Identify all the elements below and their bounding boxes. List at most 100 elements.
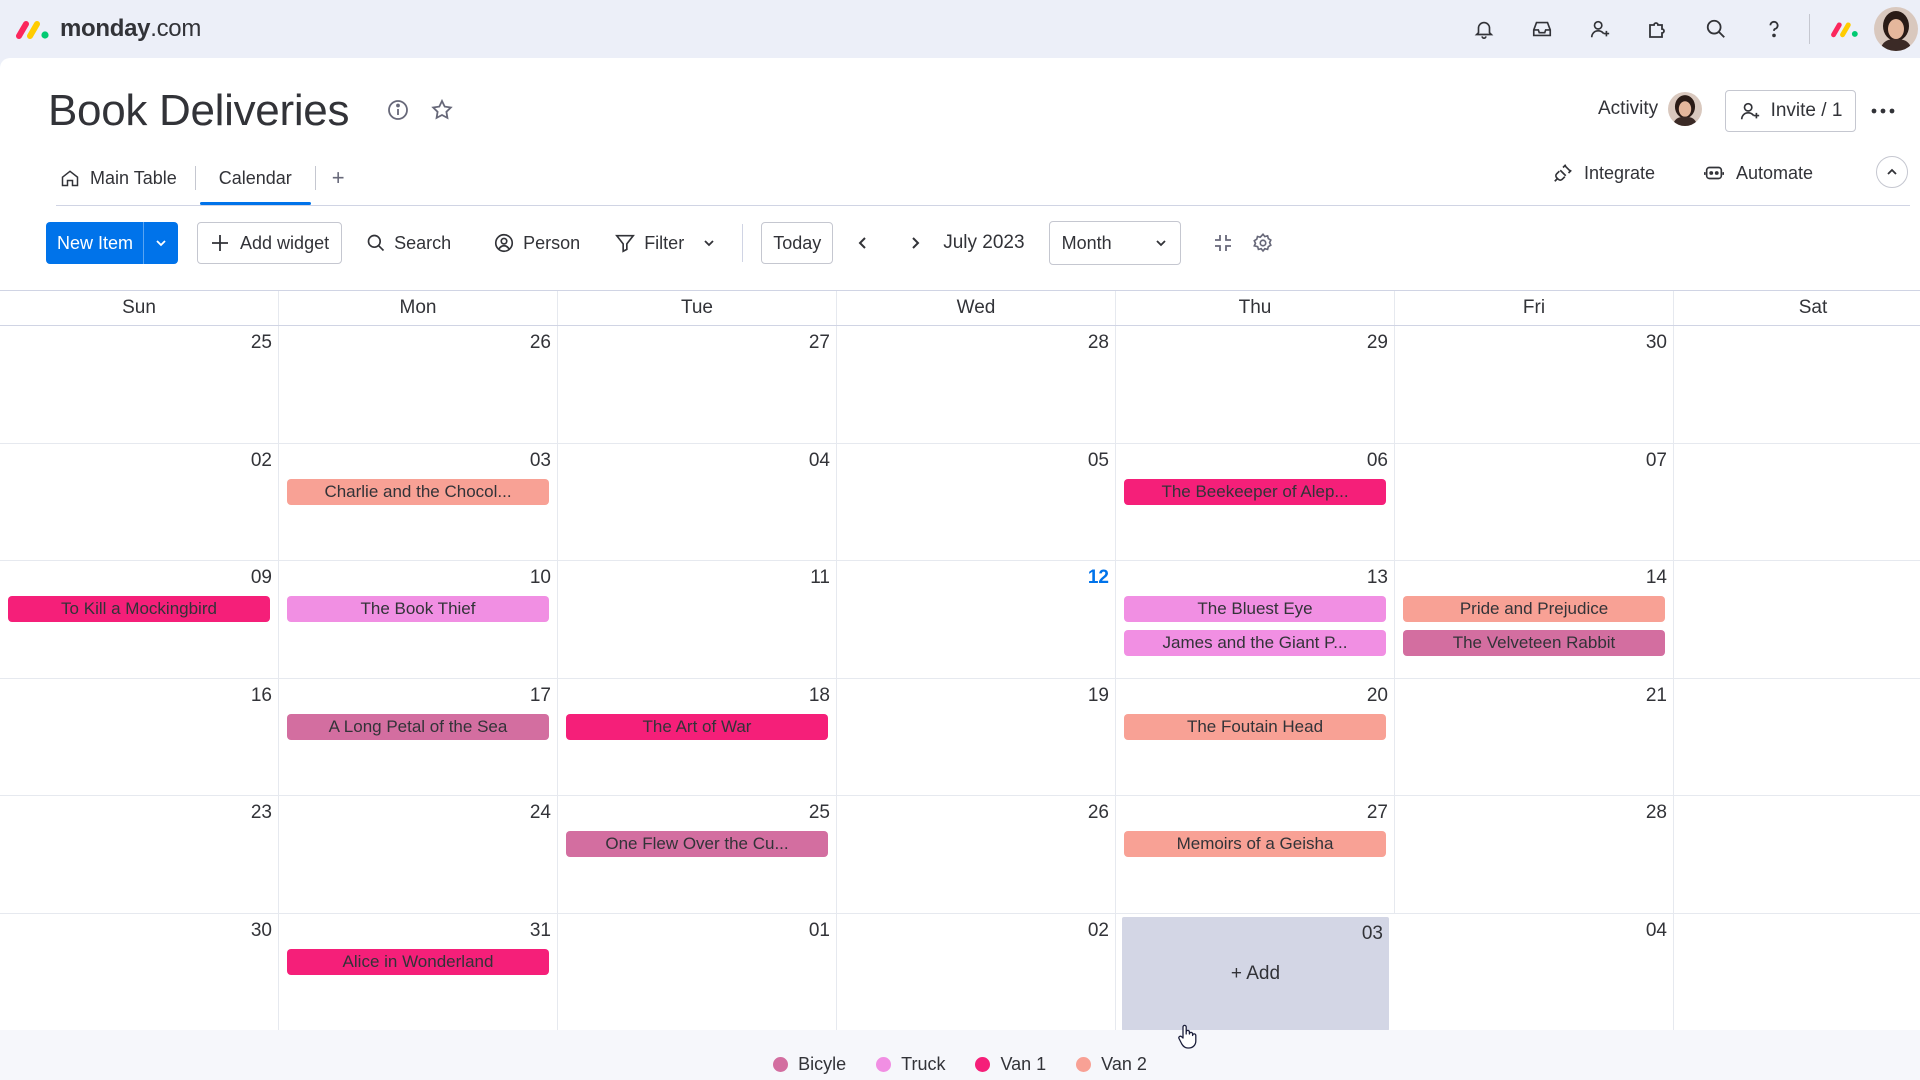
- calendar-event[interactable]: Pride and Prejudice: [1403, 596, 1665, 622]
- apps-button[interactable]: [1629, 0, 1687, 58]
- add-item-button[interactable]: + Add: [1122, 963, 1389, 985]
- calendar-event[interactable]: The Velveteen Rabbit: [1403, 630, 1665, 656]
- day-cell[interactable]: 25: [0, 326, 279, 444]
- day-cell[interactable]: 19: [837, 678, 1116, 796]
- product-switcher-button[interactable]: [1816, 0, 1874, 58]
- calendar-event[interactable]: The Bluest Eye: [1124, 596, 1386, 622]
- integrate-button[interactable]: Integrate: [1552, 162, 1655, 184]
- day-cell[interactable]: 31 Alice in Wonderland: [279, 913, 558, 1031]
- day-cell[interactable]: 21: [1395, 678, 1674, 796]
- star-icon[interactable]: [430, 98, 454, 122]
- day-cell[interactable]: 18 The Art of War: [558, 678, 837, 796]
- day-cell[interactable]: 04: [1395, 913, 1674, 1031]
- calendar-event[interactable]: James and the Giant P...: [1124, 630, 1386, 656]
- day-cell[interactable]: 16: [0, 678, 279, 796]
- legend-label: Bicyle: [798, 1054, 847, 1074]
- calendar-event[interactable]: Alice in Wonderland: [287, 948, 549, 975]
- search-button[interactable]: Search: [354, 222, 463, 264]
- day-cell[interactable]: [1674, 679, 1920, 796]
- info-icon[interactable]: [386, 98, 410, 122]
- calendar-event[interactable]: The Beekeeper of Alep...: [1124, 478, 1386, 505]
- day-cell[interactable]: 01: [558, 913, 837, 1031]
- avatar-icon: [1874, 7, 1918, 51]
- day-cell[interactable]: 27 Memoirs of a Geisha: [1116, 796, 1395, 914]
- filter-button[interactable]: Filter: [602, 222, 728, 264]
- tab-main-table[interactable]: Main Table: [56, 156, 181, 200]
- day-cell[interactable]: 26: [837, 796, 1116, 914]
- calendar-event[interactable]: One Flew Over the Cu...: [566, 831, 828, 857]
- day-cell[interactable]: 05: [837, 443, 1116, 561]
- activity-label: Activity: [1598, 98, 1659, 119]
- day-cell[interactable]: 11: [558, 561, 837, 679]
- next-period-button[interactable]: [895, 222, 935, 264]
- day-cell[interactable]: [1674, 326, 1920, 444]
- day-cell[interactable]: [1674, 561, 1920, 679]
- calendar-event[interactable]: To Kill a Mockingbird: [8, 596, 270, 622]
- day-events: Pride and Prejudice The Velveteen Rabbit: [1403, 596, 1665, 656]
- day-cell[interactable]: 20 The Foutain Head: [1116, 678, 1395, 796]
- day-cell[interactable]: 07: [1395, 443, 1674, 561]
- new-item-dropdown[interactable]: [143, 222, 178, 264]
- day-cell[interactable]: 03 Charlie and the Chocol...: [279, 443, 558, 561]
- more-options-button[interactable]: [1870, 98, 1896, 124]
- day-cell[interactable]: 30: [0, 913, 279, 1031]
- chevron-down-icon[interactable]: [702, 236, 716, 250]
- day-cell[interactable]: 25 One Flew Over the Cu...: [558, 796, 837, 914]
- new-item-button[interactable]: New Item: [46, 222, 179, 264]
- day-cell[interactable]: 02: [837, 913, 1116, 1031]
- calendar-event[interactable]: The Book Thief: [287, 596, 549, 622]
- person-filter-button[interactable]: Person: [481, 222, 592, 264]
- calendar-event[interactable]: Charlie and the Chocol...: [287, 478, 549, 505]
- add-view-button[interactable]: +: [320, 165, 357, 191]
- calendar-event[interactable]: The Art of War: [566, 713, 828, 740]
- calendar-event[interactable]: Memoirs of a Geisha: [1124, 831, 1386, 857]
- day-cell[interactable]: [1674, 796, 1920, 914]
- notifications-button[interactable]: [1455, 0, 1513, 58]
- day-cell[interactable]: 24: [279, 796, 558, 914]
- day-cell[interactable]: 06 The Beekeeper of Alep...: [1116, 443, 1395, 561]
- day-cell[interactable]: 17 A Long Petal of the Sea: [279, 678, 558, 796]
- invite-button[interactable]: Invite / 1: [1725, 90, 1856, 132]
- day-cell[interactable]: 04: [558, 443, 837, 561]
- day-cell[interactable]: 14 Pride and Prejudice The Velveteen Rabbi…: [1395, 561, 1674, 679]
- day-cell[interactable]: 26: [279, 326, 558, 444]
- help-button[interactable]: [1745, 0, 1803, 58]
- calendar-event[interactable]: A Long Petal of the Sea: [287, 713, 549, 740]
- day-cell[interactable]: 12: [837, 561, 1116, 679]
- day-cell[interactable]: 23: [0, 796, 279, 914]
- day-cell[interactable]: 29: [1116, 326, 1395, 444]
- brand[interactable]: monday.com: [16, 15, 201, 43]
- day-cell[interactable]: 10 The Book Thief: [279, 561, 558, 679]
- tab-calendar[interactable]: Calendar: [199, 156, 311, 205]
- day-cell[interactable]: 13 The Bluest Eye James and the Giant P...: [1116, 561, 1395, 679]
- legend-color-dot: [1076, 1057, 1092, 1072]
- calendar-settings-button[interactable]: [1243, 222, 1283, 264]
- collapse-header-button[interactable]: [1876, 156, 1908, 188]
- user-avatar[interactable]: [1874, 7, 1918, 51]
- activity-button[interactable]: Activity: [1598, 92, 1703, 126]
- day-cell[interactable]: 09 To Kill a Mockingbird: [0, 561, 279, 679]
- day-cell[interactable]: 30: [1395, 326, 1674, 444]
- fullscreen-collapse-button[interactable]: [1203, 222, 1243, 264]
- view-mode-select[interactable]: Month: [1048, 221, 1181, 265]
- day-cell[interactable]: 27: [558, 326, 837, 444]
- calendar-event[interactable]: The Foutain Head: [1124, 713, 1386, 740]
- board-title[interactable]: Book Deliveries: [48, 86, 349, 136]
- search-button[interactable]: [1687, 0, 1745, 58]
- day-events: The Beekeeper of Alep...: [1124, 478, 1386, 505]
- today-button[interactable]: Today: [761, 222, 834, 264]
- day-cell[interactable]: 28: [837, 326, 1116, 444]
- day-cell[interactable]: 28: [1395, 796, 1674, 914]
- day-cell[interactable]: [1674, 914, 1920, 1031]
- new-item-label[interactable]: New Item: [46, 222, 143, 264]
- add-widget-button[interactable]: Add widget: [197, 222, 343, 264]
- inbox-button[interactable]: [1513, 0, 1571, 58]
- day-cell[interactable]: [1674, 444, 1920, 561]
- day-cell[interactable]: 02: [0, 443, 279, 561]
- invite-members-button[interactable]: [1571, 0, 1629, 58]
- automate-button[interactable]: Automate: [1702, 162, 1813, 184]
- day-number: 04: [1645, 919, 1667, 941]
- previous-period-button[interactable]: [843, 222, 883, 264]
- weekday-label: Mon: [279, 291, 558, 325]
- day-cell[interactable]: 03 + Add: [1122, 916, 1389, 1031]
